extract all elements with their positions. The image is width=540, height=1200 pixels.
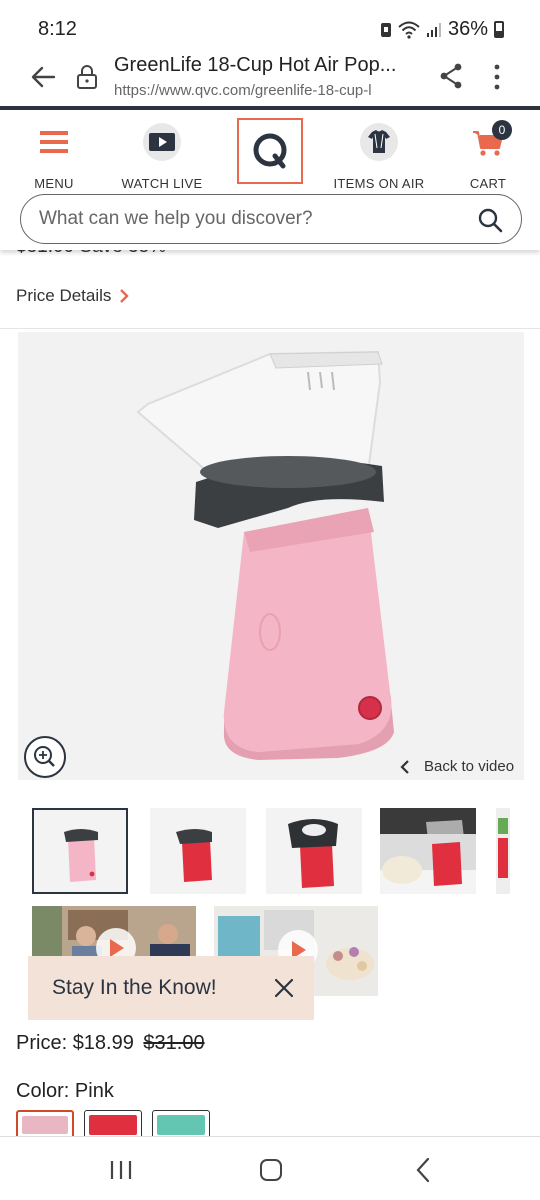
thumbnail-red[interactable]	[150, 808, 246, 894]
toast-message: Stay In the Know!	[52, 976, 217, 999]
popcorn-maker-image	[18, 332, 524, 780]
thumbnail-pink[interactable]	[32, 808, 128, 894]
watch-live-button[interactable]: WATCH LIVE	[112, 120, 212, 191]
system-back-icon[interactable]	[414, 1157, 432, 1183]
color-label: Color: Pink	[16, 1080, 114, 1102]
product-price: Price: $18.99 $31.00	[16, 1032, 205, 1055]
back-to-video-label: Back to video	[424, 758, 515, 775]
shirt-icon	[360, 123, 398, 161]
browser-url-bar: GreenLife 18-Cup Hot Air Pop... https://…	[0, 50, 540, 106]
menu-button[interactable]: MENU	[24, 120, 84, 191]
cart-button[interactable]: 0 CART	[458, 120, 518, 191]
price-label: Price:	[16, 1032, 68, 1054]
home-icon[interactable]	[260, 1159, 282, 1181]
wifi-icon	[398, 21, 420, 39]
price-current: $18.99	[72, 1032, 134, 1054]
play-video-icon	[143, 123, 181, 161]
share-icon[interactable]	[438, 62, 464, 90]
search-input[interactable]	[39, 195, 459, 243]
qvc-logo[interactable]	[237, 118, 303, 184]
divider	[0, 328, 540, 329]
zoom-button[interactable]	[24, 736, 66, 778]
stay-in-the-know-toast[interactable]: Stay In the Know!	[28, 956, 314, 1020]
back-to-video-link[interactable]: Back to video	[400, 758, 514, 775]
swatch-teal-fill	[157, 1115, 205, 1135]
status-time: 8:12	[38, 18, 77, 40]
system-navigation-bar	[0, 1136, 540, 1200]
thumbnail-partial-image	[496, 808, 510, 894]
qvc-logo-icon	[253, 133, 287, 169]
page-title[interactable]: GreenLife 18-Cup Hot Air Pop...	[114, 54, 422, 77]
more-options-icon[interactable]	[486, 62, 508, 92]
items-on-air-label: ITEMS ON AIR	[333, 176, 425, 191]
price-details-link[interactable]: Price Details	[16, 286, 130, 306]
notification-icon	[380, 22, 391, 37]
price-original: $31.00	[143, 1032, 205, 1054]
cart-count-badge: 0	[492, 120, 512, 140]
thumbnail-kitchen[interactable]	[380, 808, 476, 894]
product-main-image[interactable]	[18, 332, 524, 780]
thumbnail-pink-image	[34, 810, 126, 892]
swatch-pink-fill	[22, 1116, 68, 1134]
price-details-label: Price Details	[16, 286, 112, 305]
chevron-left-icon	[400, 759, 409, 774]
menu-label: MENU	[34, 176, 74, 191]
battery-icon	[494, 21, 504, 38]
back-arrow-icon[interactable]	[28, 62, 58, 92]
recent-apps-icon[interactable]	[108, 1159, 134, 1181]
close-icon[interactable]	[272, 976, 296, 1000]
signal-icon	[426, 22, 441, 37]
thumbnail-kitchen-image	[380, 808, 476, 894]
hamburger-icon	[40, 131, 68, 153]
items-on-air-button[interactable]: ITEMS ON AIR	[326, 120, 432, 191]
thumbnail-red-top[interactable]	[266, 808, 362, 894]
site-header: MENU WATCH LIVE ITEMS ON AIR 0 CART	[0, 110, 540, 250]
zoom-in-icon	[34, 746, 55, 767]
thumbnail-partial[interactable]	[496, 808, 510, 894]
cart-label: CART	[469, 176, 507, 191]
battery-percent: 36%	[447, 18, 488, 40]
thumbnail-red-image	[150, 808, 246, 894]
search-icon[interactable]	[477, 207, 503, 233]
search-bar[interactable]	[20, 194, 522, 244]
swatch-red-fill	[89, 1115, 137, 1135]
page-url[interactable]: https://www.qvc.com/greenlife-18-cup-l	[114, 82, 420, 99]
thumbnail-red-top-image	[266, 808, 362, 894]
lock-icon[interactable]	[76, 64, 98, 90]
chevron-right-icon	[120, 289, 130, 303]
watch-live-label: WATCH LIVE	[121, 176, 203, 191]
